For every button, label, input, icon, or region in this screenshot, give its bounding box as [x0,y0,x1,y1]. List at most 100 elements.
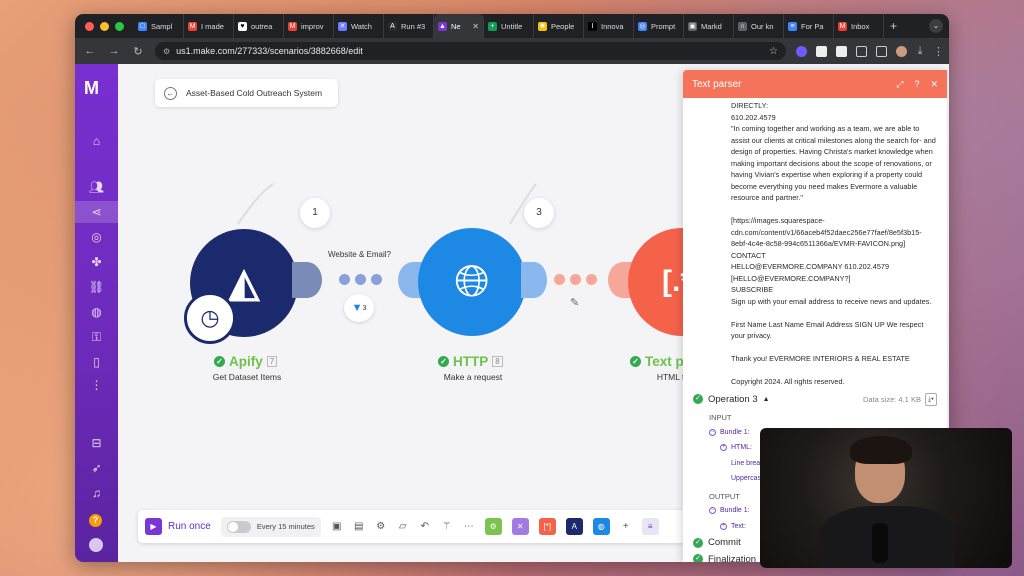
collapse-caret-icon[interactable]: ▲ [763,394,770,406]
site-info-icon[interactable]: ⚙ [163,47,170,56]
profile-avatar[interactable] [896,45,907,57]
module-subtitle: Get Dataset Items [212,372,282,382]
http-shortcut-icon[interactable]: ◍ [592,518,610,535]
browser-tab[interactable]: A Run #3 [384,14,434,38]
extension-icon[interactable] [796,45,807,57]
browser-tab[interactable]: M I made [184,14,234,38]
tab-close-icon[interactable]: ✕ [472,22,479,31]
close-icon[interactable]: ✕ [930,79,938,90]
operation-row[interactable]: ✓ Operation 3 ▲ Data size: 4.1 KB ⤓▾ [693,392,937,406]
text-parser-shortcut-icon[interactable]: [*] [538,518,556,535]
docs-book-icon[interactable]: ⊟ [75,432,118,454]
filter-icon[interactable]: ▼ 3 [344,294,374,322]
whats-new-rocket-icon[interactable]: ➶ [75,457,118,479]
collapse-icon[interactable]: − [709,507,716,515]
apify-handle[interactable] [292,262,322,298]
connections-link-icon[interactable]: ⛓︎ [75,276,118,298]
browser-tab[interactable]: ♥ outrea [234,14,284,38]
collapse-icon[interactable]: − [709,428,716,436]
flow-control-icon[interactable]: ✕ [511,518,529,535]
templates-icon[interactable]: ◎ [75,226,118,248]
minimize-window-button[interactable] [100,21,109,31]
back-icon[interactable]: ← [83,45,97,57]
route-label[interactable]: Website & Email? [328,250,391,259]
controls-icon[interactable]: ▤ [353,521,365,532]
address-bar: ← → ↻ ⚙ us1.make.com/277333/scenarios/38… [75,38,949,64]
keys-icon[interactable]: ⚿ [75,326,118,348]
input-section-label: INPUT [709,413,732,422]
tab-search-button[interactable]: ⌄ [929,19,943,33]
tab-favicon-icon: + [488,21,497,31]
browser-tab[interactable]: ≡ For Pa [784,14,834,38]
menu-kebab-icon[interactable]: ⋮ [933,45,944,58]
team-icon[interactable]: 👥︎ [75,176,118,198]
apify-logo-icon: ◭ [228,261,260,305]
add-module-icon[interactable]: + [620,521,632,532]
extension-icon[interactable] [836,45,847,57]
expand-icon[interactable]: ⤢ [896,79,903,90]
schedule-clock-icon[interactable]: ◷ [184,292,236,344]
operation-count-bubble[interactable]: 1 [300,198,330,228]
browser-tab[interactable]: □ Sampl [134,14,184,38]
wrench-icon[interactable]: ✎ [570,296,579,309]
browser-tab[interactable]: M Inbox [834,14,884,38]
extension-icon[interactable] [816,45,827,57]
settings-gear-icon[interactable]: ⚙ [375,521,387,532]
maximize-window-button[interactable] [115,21,124,31]
browser-tab[interactable]: ▣ Markd [684,14,734,38]
help-icon[interactable]: ? [914,79,919,90]
save-icon[interactable]: ▣ [331,521,343,532]
operation-count-bubble[interactable]: 3 [524,198,554,228]
download-output-icon[interactable]: ⤓▾ [924,392,937,406]
extensions-puzzle-icon[interactable] [856,45,867,57]
browser-tab[interactable]: I Innova [584,14,634,38]
expand-icon[interactable]: + [720,522,727,530]
browser-tab[interactable]: ✸ People [534,14,584,38]
module-label: ✓ HTTP 8 [438,354,503,369]
more-icon[interactable]: ⋯ [463,521,475,532]
route-dot [570,274,581,285]
apps-puzzle-icon[interactable]: ✤ [75,251,118,273]
favorites-icon[interactable]: ≡ [641,518,659,535]
more-dots-icon[interactable]: ⋮ [75,374,118,396]
schedule-toggle[interactable]: Every 15 minutes [220,516,321,537]
help-warning-icon[interactable]: ? [89,514,102,527]
browser-tab[interactable]: + Untitle [484,14,534,38]
scheduling-switch[interactable] [226,520,251,533]
url-input[interactable]: ⚙ us1.make.com/277333/scenarios/3882668/… [155,42,786,60]
sidebar-panel-icon[interactable] [876,45,887,57]
tools-icon[interactable]: ⚙ [484,518,502,535]
webhooks-globe-icon[interactable]: ◍ [75,301,118,323]
home-icon[interactable]: ⌂ [75,130,118,152]
expand-icon[interactable]: + [720,444,727,452]
browser-tab[interactable]: ✕ Watch [334,14,384,38]
reload-icon[interactable]: ↻ [131,45,145,58]
tab-favicon-icon: M [188,21,197,31]
http-handle-right[interactable] [521,262,547,298]
run-once-button[interactable]: ▶ Run once [145,518,211,535]
http-module[interactable]: 🌐︎ [418,228,526,336]
browser-tab[interactable]: ▲ Ne ✕ [434,14,484,38]
new-tab-button[interactable]: + [890,19,897,33]
success-check-icon: ✓ [693,537,703,548]
make-logo[interactable]: M [84,78,99,99]
scenarios-icon[interactable]: ⋖ [75,201,118,223]
module-subtitle: Make a request [443,372,503,382]
forward-icon[interactable]: → [107,45,121,57]
magic-wand-icon[interactable]: ⚚ [441,521,453,532]
tab-favicon-icon: ▲ [438,21,447,31]
apify-shortcut-icon[interactable]: A [565,518,583,535]
close-window-button[interactable] [85,21,94,31]
commit-label: Commit [708,537,741,548]
bookmark-star-icon[interactable]: ☆ [769,46,778,57]
download-icon[interactable]: ⤓ [916,45,924,58]
browser-tab[interactable]: Mimprov [284,14,334,38]
module-id: 8 [492,356,503,367]
browser-tab[interactable]: ◎ Prompt [634,14,684,38]
notes-icon[interactable]: ▱ [397,521,409,532]
browser-tab[interactable]: ∩ Our kn [734,14,784,38]
undo-icon[interactable]: ↶ [419,521,431,532]
user-avatar[interactable] [89,538,103,552]
devices-icon[interactable]: ▯ [75,351,118,373]
notifications-bell-icon[interactable]: ♫ [75,482,118,504]
